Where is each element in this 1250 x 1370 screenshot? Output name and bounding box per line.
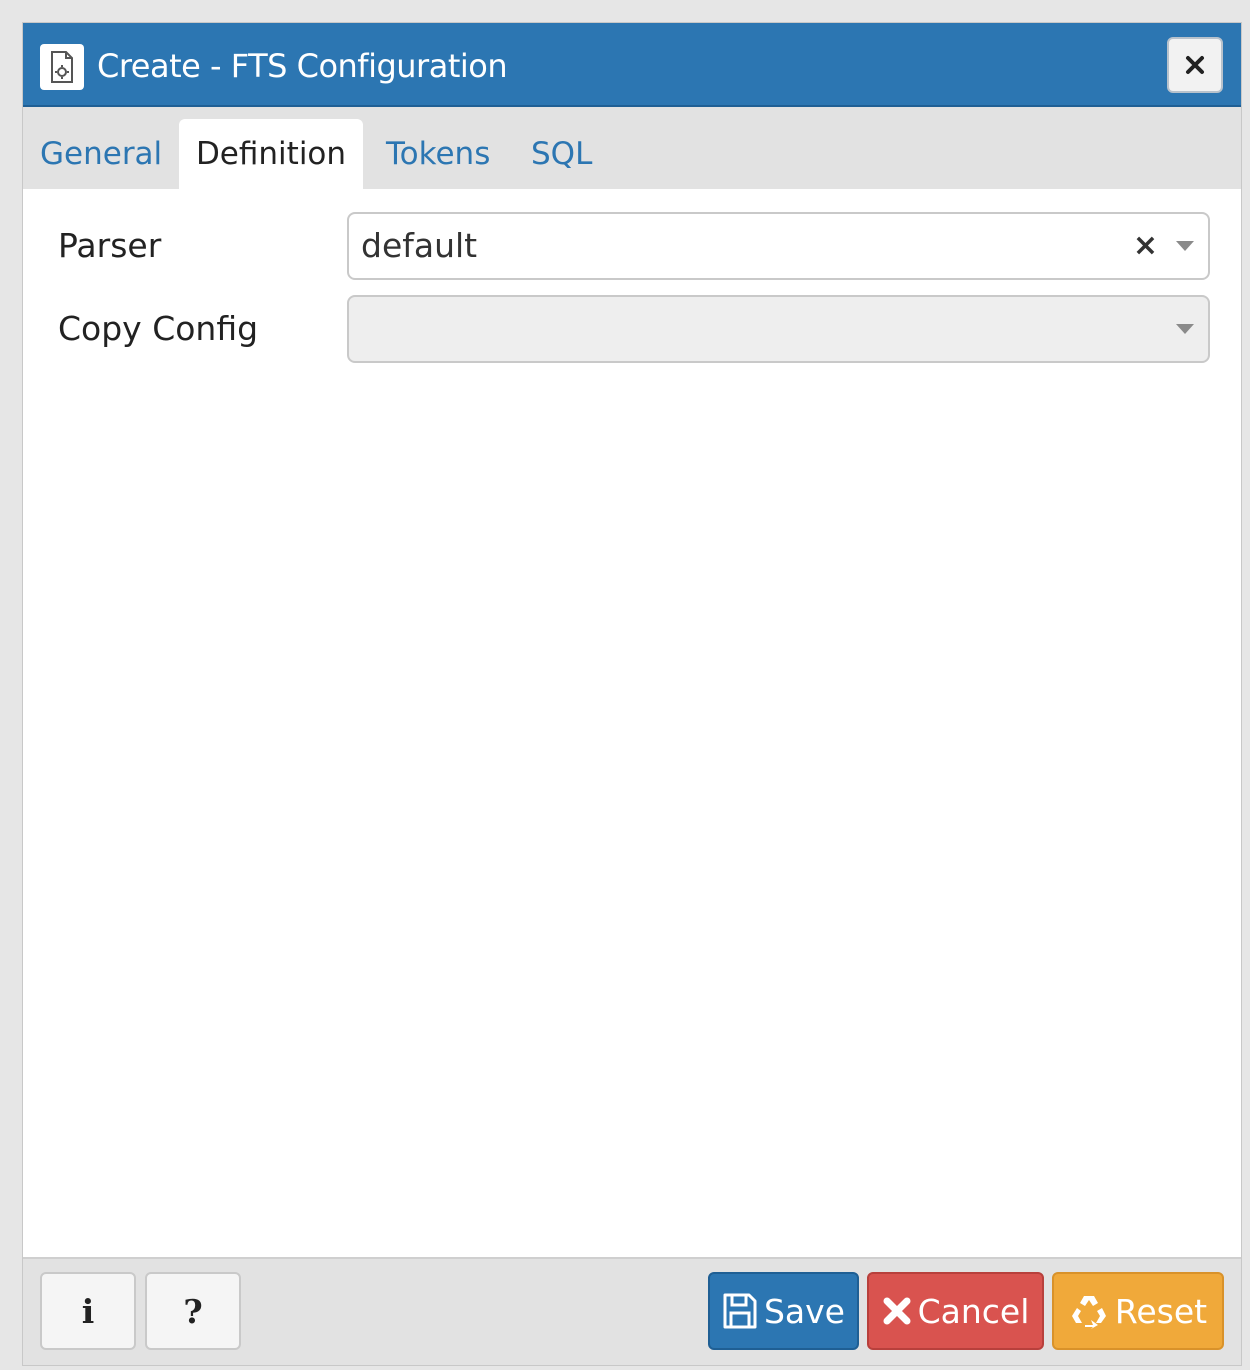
info-button[interactable]: i: [40, 1272, 136, 1350]
dialog-titlebar: Create - FTS Configuration: [23, 23, 1241, 107]
chevron-down-icon: [1176, 241, 1194, 251]
parser-row: Parser default ×: [23, 212, 1241, 280]
fts-configuration-icon: [40, 44, 84, 90]
copy-config-row: Copy Config: [23, 295, 1241, 363]
save-label: Save: [763, 1291, 845, 1331]
cancel-label: Cancel: [917, 1291, 1030, 1331]
close-icon: [882, 1296, 912, 1326]
tab-sql[interactable]: SQL: [531, 119, 595, 189]
tab-definition[interactable]: Definition: [179, 119, 363, 189]
close-button[interactable]: [1167, 37, 1223, 93]
save-button[interactable]: Save: [708, 1272, 859, 1350]
dialog-footer: i ? Save Cancel Reset: [23, 1257, 1241, 1365]
help-button[interactable]: ?: [145, 1272, 241, 1350]
create-fts-configuration-dialog: Create - FTS Configuration General Defin…: [22, 22, 1242, 1366]
chevron-down-icon: [1176, 324, 1194, 334]
reset-button[interactable]: Reset: [1052, 1272, 1224, 1350]
parser-value: default: [361, 226, 478, 265]
parser-select[interactable]: default ×: [347, 212, 1210, 280]
tab-general[interactable]: General: [40, 119, 162, 189]
help-icon: ?: [183, 1291, 203, 1331]
recycle-icon: [1069, 1292, 1109, 1330]
close-icon: [1186, 56, 1204, 74]
cancel-button[interactable]: Cancel: [867, 1272, 1044, 1350]
copy-config-select[interactable]: [347, 295, 1210, 363]
info-icon: i: [81, 1291, 95, 1331]
clear-icon[interactable]: ×: [1133, 214, 1158, 278]
reset-label: Reset: [1114, 1291, 1208, 1331]
dialog-title: Create - FTS Configuration: [97, 47, 508, 85]
tab-tokens[interactable]: Tokens: [386, 119, 496, 189]
parser-label: Parser: [58, 226, 162, 265]
save-icon: [722, 1292, 758, 1330]
tab-bar: General Definition Tokens SQL: [23, 107, 1241, 189]
copy-config-label: Copy Config: [58, 309, 259, 348]
